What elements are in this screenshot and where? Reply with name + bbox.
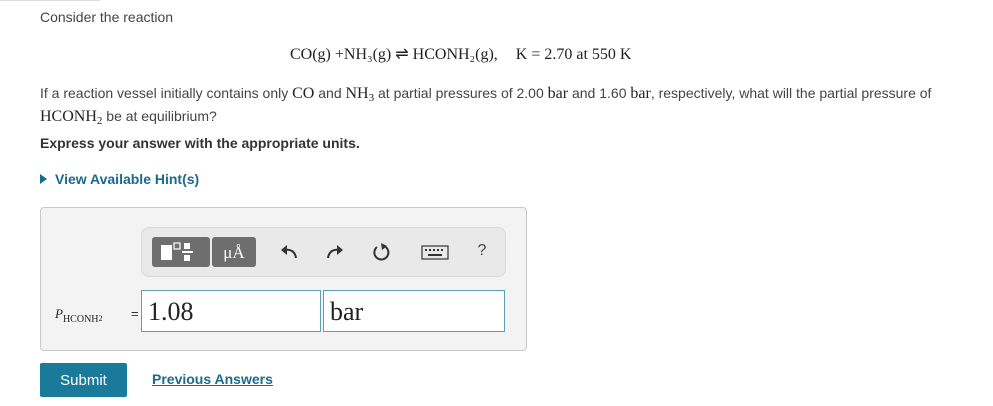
undo-button[interactable] — [278, 241, 300, 263]
keyboard-icon — [421, 245, 449, 260]
answer-unit-field[interactable]: bar — [323, 290, 505, 332]
keyboard-button[interactable] — [420, 241, 450, 263]
math-toolbar: μÅ ? — [141, 227, 506, 277]
top-divider — [0, 0, 100, 1]
expand-triangle-icon — [40, 174, 47, 184]
answer-value-field[interactable]: 1.08 — [141, 290, 321, 332]
undo-icon — [281, 245, 297, 259]
equilibrium-constant: K = 2.70 at 550 K — [515, 46, 632, 63]
templates-icon — [161, 242, 193, 261]
redo-icon — [327, 245, 343, 259]
question-text: If a reaction vessel initially contains … — [40, 85, 932, 127]
answer-panel: μÅ ? PHCONH2 = 1.08 bar — [40, 207, 527, 351]
submit-button[interactable]: Submit — [40, 363, 127, 397]
reset-icon — [373, 243, 390, 261]
equals-sign: = — [131, 306, 139, 321]
reaction-equation: CO(g) +NH₃(g) ⇌ HCONH₂(g), K = 2.70 at 5… — [290, 44, 631, 64]
instruction-text: Express your answer with the appropriate… — [40, 135, 360, 151]
view-hints-link[interactable]: View Available Hint(s) — [40, 171, 199, 187]
templates-button[interactable] — [152, 237, 210, 267]
answer-variable-label: PHCONH2 — [55, 306, 103, 325]
redo-button[interactable] — [324, 241, 346, 263]
intro-text: Consider the reaction — [40, 9, 174, 25]
reset-button[interactable] — [370, 241, 392, 263]
units-button[interactable]: μÅ — [212, 237, 256, 267]
view-hints-label: View Available Hint(s) — [55, 171, 200, 187]
previous-answers-link[interactable]: Previous Answers — [152, 371, 273, 387]
help-button[interactable]: ? — [472, 239, 492, 263]
reaction-formula: CO(g) +NH₃(g) ⇌ HCONH₂(g), — [290, 46, 498, 63]
